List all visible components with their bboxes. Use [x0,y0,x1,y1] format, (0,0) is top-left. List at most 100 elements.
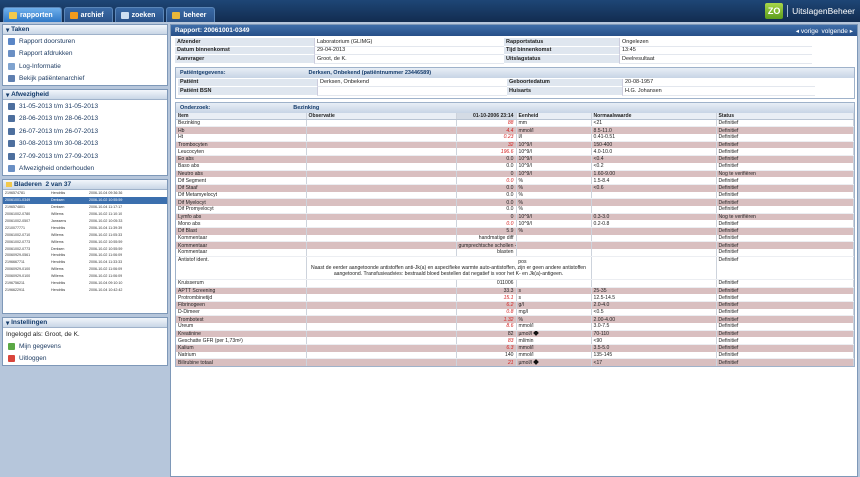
result-value: 1.32 [456,315,517,323]
result-row[interactable]: Kommentaar blasten Definitief [176,249,854,257]
column-header[interactable]: Observatie [306,112,457,121]
result-row[interactable]: Protrombinetijd 15.1 s 12.5-14.5 Definitief [176,294,854,302]
result-row[interactable]: Baso abs 0.0 10^9/l <0.2 Definitief [176,162,854,171]
result-row[interactable]: Dif Myelocyt 0.0% Definitief [176,198,854,206]
result-row[interactable]: Mono abs 0.0 10^9/l 0.2-0.8 Definitief [176,220,854,229]
result-normal: <90 [591,337,717,346]
afwezigheid-item[interactable]: 30-08-2013 t/m 30-08-2013 [3,138,167,151]
taken-item[interactable]: Log-Informatie [3,60,167,73]
result-normal: 0.2-0.8 [591,220,717,229]
result-row[interactable]: Trombotest 1.32% 2.00-4.00 Definitief [176,315,854,323]
result-row[interactable]: Kreatinine 82 µmol/l 70-110 Definitief [176,330,854,338]
browse-row[interactable]: 20061002-0507 Janssens 2006-10-02 10:05:33 [3,218,167,225]
result-row[interactable]: Natrium 140 mmol/l 135-145 Definitief [176,351,854,360]
instellingen-item[interactable]: Mijn gegevens [3,340,167,353]
afwezigheid-item[interactable]: 26-07-2013 t/m 26-07-2013 [3,125,167,138]
taken-item[interactable]: Rapport afdrukken [3,48,167,61]
afwezigheid-onderhouden-link[interactable]: Afwezigheid onderhouden [3,163,167,176]
instellingen-panel: ▾ Instellingen Ingelogd als: Groot, de K… [2,317,168,366]
taken-item[interactable]: Bekijk patiëntenarchief [3,73,167,86]
result-row[interactable]: Dif Metamyelocyt 0.0% Definitief [176,191,854,200]
calendar-icon [8,127,15,135]
result-observation [306,119,457,128]
result-unit: mmol/l [516,344,592,352]
result-observation [306,241,457,250]
result-row[interactable]: Bezinking 88 mm <21 Definitief [176,119,854,128]
result-row[interactable]: Kommentaar gumprechtsche schollen +++ Defi… [176,241,854,250]
next-button[interactable]: volgende ▸ [822,27,853,35]
result-row[interactable]: Dif Staaf 0.0% <0.6 Definitief [176,184,854,192]
result-row[interactable]: Ureum 8.6 mmol/l 3.0-7.5 Definitief [176,322,854,331]
result-row[interactable]: Ht 0.23 l/l 0.41-0.51 Definitief [176,134,854,142]
result-row[interactable]: Dif Promyelocyt 0.0% Definitief [176,205,854,214]
result-row[interactable]: Hb 4.4 mmol/l 8.5-11.0 Definitief [176,126,854,135]
browse-row[interactable]: 20061002-0710 Willems 2006-10-02 11:05:33 [3,231,167,238]
result-value: blasten [456,249,517,257]
result-row[interactable]: Fibrinogeen 6.2 g/l 2.0-4.0 Definitief [176,301,854,309]
column-header[interactable]: 01-10-2006 23:14 [456,112,517,121]
tab-zoeken[interactable]: zoeken [114,7,165,22]
result-row[interactable]: APTT Screening 33.3 s 25-35 Definitief [176,287,854,295]
result-row[interactable]: Leucocyten 196.6 10^9/l 4.0-10.0 Definitief [176,148,854,157]
taken-header[interactable]: ▾ Taken [3,25,167,35]
top-bar: rapporten archief zoeken beheer ZO Uitslage… [0,0,860,22]
result-observation [306,205,457,214]
browse-row[interactable]: 2196622911 Hendriks 2006-10-04 10:42:42 [3,286,167,293]
afwezigheid-item[interactable]: 27-09-2013 t/m 27-09-2013 [3,150,167,163]
result-row[interactable]: Kommentaar handmatige diff Definitief [176,234,854,243]
browse-row[interactable]: 2210077771 Hendriks 2006-10-04 11:39:39 [3,224,167,231]
result-row[interactable]: Dif Segment 0.0% 1.5-8.4 Definitief [176,177,854,185]
result-row[interactable]: Kruisserum 011006 Definitief [176,279,854,288]
result-item: Dif Blast [176,227,307,235]
browse-row[interactable]: 2196667711 Hendriks 2006-10-04 11:33:33 [3,259,167,266]
tab-beheer[interactable]: beheer [166,7,216,22]
column-header[interactable]: Normaalwaarde [591,112,717,121]
result-row[interactable]: Neutro abs 0 10^9/l 1.60-9.00 Nog te verifië… [176,170,854,178]
tab-rapporten[interactable]: rapporten [3,7,62,22]
result-item: D-Dimeer [176,308,307,317]
result-unit: 10^9/l [516,170,592,178]
result-normal: 2.0-4.0 [591,301,717,309]
instellingen-item[interactable]: Uitloggen [3,353,167,366]
result-row[interactable]: Trombocyten 32 10^9/l 150-400 Definitief [176,141,854,149]
browse-row[interactable]: 20060929-0100 Willems 2006-10-02 11:06:09 [3,273,167,280]
result-status: Definitief [716,134,854,142]
result-value: 0.8 [456,308,517,317]
afwezigheid-header[interactable]: ▾ Afwezigheid [3,90,167,100]
browse-row[interactable]: 2196574801 Derksen 2006-10-04 11:17:17 [3,204,167,211]
instellingen-header[interactable]: ▾ Instellingen [3,318,167,328]
browse-row[interactable]: 2196756211 Hendriks 2006-10-04 09:10:10 [3,280,167,287]
logged-in-label: Ingelogd als: Groot, de K. [6,330,80,338]
result-normal: <0.2 [591,162,717,171]
result-row[interactable]: D-Dimeer 0.8 mg/l <0.5 Definitief [176,308,854,317]
browse-row[interactable]: 20060929-0100 Willems 2006-10-02 11:06:09 [3,266,167,273]
tab-archief[interactable]: archief [63,7,113,22]
browse-row[interactable]: 20061002-0773 Willems 2006-10-02 10:55:59 [3,238,167,245]
browse-row[interactable]: 20060929-0561 Hendriks 2006-10-02 11:06:09 [3,252,167,259]
result-status: Definitief [716,279,854,288]
afwezigheid-item[interactable]: 28-06-2013 t/m 28-06-2013 [3,113,167,126]
browse-row[interactable]: 20061002-0773 Derksen 2006-10-02 10:55:59 [3,245,167,252]
result-observation [306,358,457,367]
result-normal: 135-145 [591,351,717,360]
result-status: Definitief [716,256,854,281]
prev-button[interactable]: ◂ vorige [796,27,819,35]
result-row[interactable]: Bilirubine totaal 21 µmol/l <17 Definitief [176,358,854,367]
result-row[interactable]: Eo abs 0.0 10^9/l <0.4 Definitief [176,155,854,163]
result-row[interactable]: Kalium 6.3 mmol/l 3.5-5.0 Definitief [176,344,854,352]
afwezigheid-item[interactable]: 31-05-2013 t/m 31-05-2013 [3,100,167,113]
column-header[interactable]: Status [716,112,854,121]
browse-row[interactable]: 20061002-0780 Willems 2006-10-02 11:10:10 [3,211,167,218]
taken-item[interactable]: Rapport doorsturen [3,35,167,48]
result-observation [306,184,457,192]
browse-row[interactable]: 2196574781 Hendriks 2006-10-04 09:36:36 [3,190,167,197]
result-value: 15.1 [456,294,517,302]
browse-row[interactable]: 20061001-0349 Derksen 2006-10-02 10:55:59 [3,196,167,204]
column-header[interactable]: Eenheid [516,112,592,121]
result-row[interactable]: Antistof ident. pos Naast de eerder aanget… [176,256,854,281]
result-row[interactable]: Lymfo abs 0 10^9/l 0.3-3.0 Nog te verifiëren [176,213,854,221]
result-row[interactable]: Dif Blast 5.9% Definitief [176,227,854,235]
result-status: Definitief [716,308,854,317]
result-row[interactable]: Geschatte GFR (per 1,73m²) 83 ml/min <90 Def… [176,337,854,346]
column-header[interactable]: Item [176,112,307,121]
